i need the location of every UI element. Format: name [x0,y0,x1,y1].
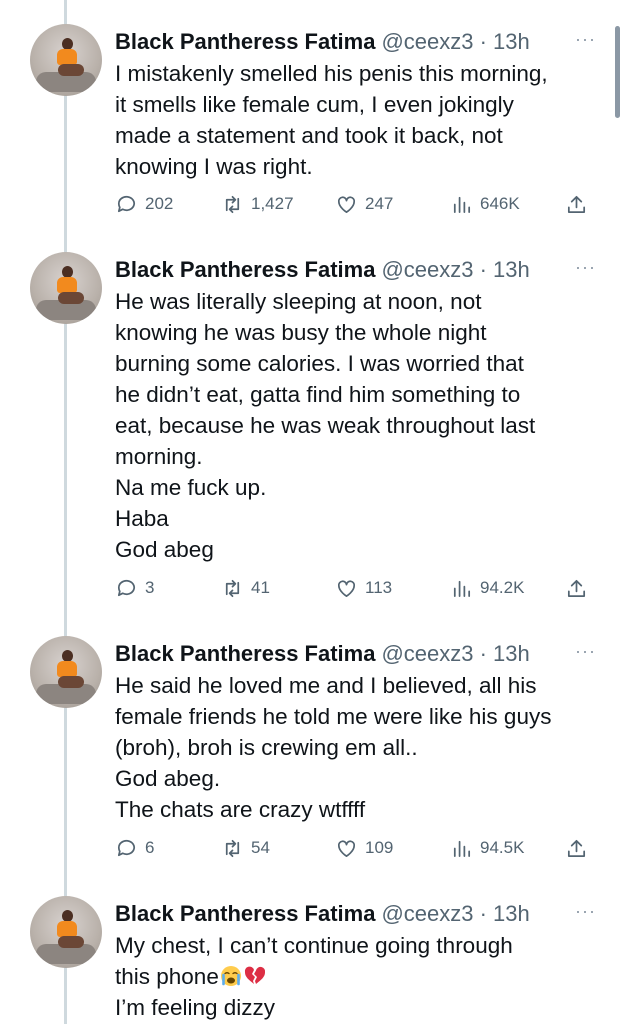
tweet[interactable]: Black Pantheress Fatima @ceexz3 · 13h ···… [0,892,624,1024]
avatar[interactable] [30,252,102,324]
retweet-count: 1,427 [251,194,294,213]
tweet-text-line: My chest, I can’t continue going through [115,933,513,958]
reply-icon [117,579,136,596]
reply-button[interactable]: 6 [115,834,154,862]
reply-count: 202 [145,194,174,213]
handle-and-time[interactable]: @ceexz3 · 13h [381,641,529,666]
display-name[interactable]: Black Pantheress Fatima [115,29,375,54]
share-button[interactable] [565,834,595,862]
share-button[interactable] [565,574,595,602]
tweet-header: Black Pantheress Fatima @ceexz3 · 13h [115,640,605,668]
tweet-text-line: The chats are crazy wtffff [115,797,366,822]
tweet-text-line: He said he loved me and I believed, all … [115,673,537,698]
avatar[interactable] [30,896,102,968]
tweet[interactable]: Black Pantheress Fatima @ceexz3 · 13h ···… [0,632,624,872]
retweet-icon [225,195,240,213]
tweet-thread: Black Pantheress Fatima @ceexz3 · 13h ···… [0,0,624,1024]
reply-button[interactable]: 202 [115,190,173,218]
tweet[interactable]: Black Pantheress Fatima @ceexz3 · 13h ···… [0,248,624,608]
share-icon [567,579,586,597]
display-name[interactable]: Black Pantheress Fatima [115,901,375,926]
retweet-icon [225,579,240,597]
tweet-text-line: He was literally sleeping at noon, not [115,289,482,314]
reply-icon [117,839,136,856]
views-button[interactable]: 646K [450,190,520,218]
tweet-text-line: God abeg [115,537,214,562]
views-button[interactable]: 94.5K [450,834,524,862]
tweet-text-line: burning some calories. I was worried tha… [115,351,524,376]
more-options-icon[interactable]: ··· [575,642,596,660]
like-button[interactable]: 109 [335,834,393,862]
action-bar: 3 41 113 94.2K [115,574,595,602]
tweet-text-line: knowing he was busy the whole night [115,320,487,345]
display-name[interactable]: Black Pantheress Fatima [115,257,375,282]
views-icon [453,580,471,597]
handle-and-time[interactable]: @ceexz3 · 13h [381,29,529,54]
tweet-text-line: knowing I was right. [115,154,313,179]
tweet-header: Black Pantheress Fatima @ceexz3 · 13h [115,28,605,56]
view-count: 646K [480,194,520,213]
reply-icon [117,195,136,212]
tweet[interactable]: Black Pantheress Fatima @ceexz3 · 13h ···… [0,20,624,220]
action-bar: 202 1,427 247 646K [115,190,595,218]
retweet-button[interactable]: 54 [221,834,270,862]
retweet-count: 54 [251,838,270,857]
more-options-icon[interactable]: ··· [575,258,596,276]
like-count: 109 [365,838,394,857]
tweet-text-line: morning. [115,444,203,469]
view-count: 94.2K [480,578,525,597]
retweet-button[interactable]: 1,427 [221,190,294,218]
tweet-text-line: Na me fuck up. [115,475,267,500]
tweet-text-line: made a statement and took it back, not [115,123,503,148]
display-name[interactable]: Black Pantheress Fatima [115,641,375,666]
more-options-icon[interactable]: ··· [575,902,596,920]
like-count: 247 [365,194,394,213]
heart-icon [337,579,356,597]
heart-icon [337,195,356,213]
tweet-text-line: he didn’t eat, gatta find him something … [115,382,521,407]
tweet-text: I mistakenly smelled his penis this morn… [115,58,585,182]
tweet-text-line: Haba [115,506,169,531]
broken-heart-icon [244,966,265,984]
like-button[interactable]: 247 [335,190,393,218]
view-count: 94.5K [480,838,525,857]
tweet-text: My chest, I can’t continue going through… [115,930,585,1023]
heart-icon [337,839,356,857]
retweet-icon [225,839,240,857]
share-button[interactable] [565,190,595,218]
tweet-text-line: I’m feeling dizzy [115,995,276,1020]
tweet-text-line: I mistakenly smelled his penis this morn… [115,61,548,86]
tweet-header: Black Pantheress Fatima @ceexz3 · 13h [115,256,605,284]
views-icon [453,840,471,857]
tweet-text-line: this phone [115,961,585,992]
share-icon [567,839,586,857]
tweet-header: Black Pantheress Fatima @ceexz3 · 13h [115,900,605,928]
like-count: 113 [365,578,393,597]
avatar[interactable] [30,24,102,96]
reply-button[interactable]: 3 [115,574,154,602]
tweet-text: He was literally sleeping at noon, not k… [115,286,585,565]
handle-and-time[interactable]: @ceexz3 · 13h [381,257,529,282]
tweet-text-line: female friends he told me were like his … [115,704,552,729]
tweet-text-line: it smells like female cum, I even joking… [115,92,514,117]
avatar[interactable] [30,636,102,708]
retweet-count: 41 [251,578,270,597]
handle-and-time[interactable]: @ceexz3 · 13h [381,901,529,926]
share-icon [567,195,586,213]
retweet-button[interactable]: 41 [221,574,270,602]
views-icon [453,196,471,213]
tweet-text: He said he loved me and I believed, all … [115,670,585,825]
more-options-icon[interactable]: ··· [575,30,596,48]
tweet-text-line: eat, because he was weak throughout last [115,413,536,438]
reply-count: 3 [145,578,155,597]
reply-count: 6 [145,838,155,857]
views-button[interactable]: 94.2K [450,574,524,602]
action-bar: 6 54 109 94.5K [115,834,595,862]
loudly-crying-face-icon [220,966,241,986]
tweet-text-line: God abeg. [115,766,221,791]
tweet-text-line: (broh), broh is crewing em all.. [115,735,418,760]
like-button[interactable]: 113 [335,574,392,602]
tweet-text-segment: this phone [115,964,219,989]
